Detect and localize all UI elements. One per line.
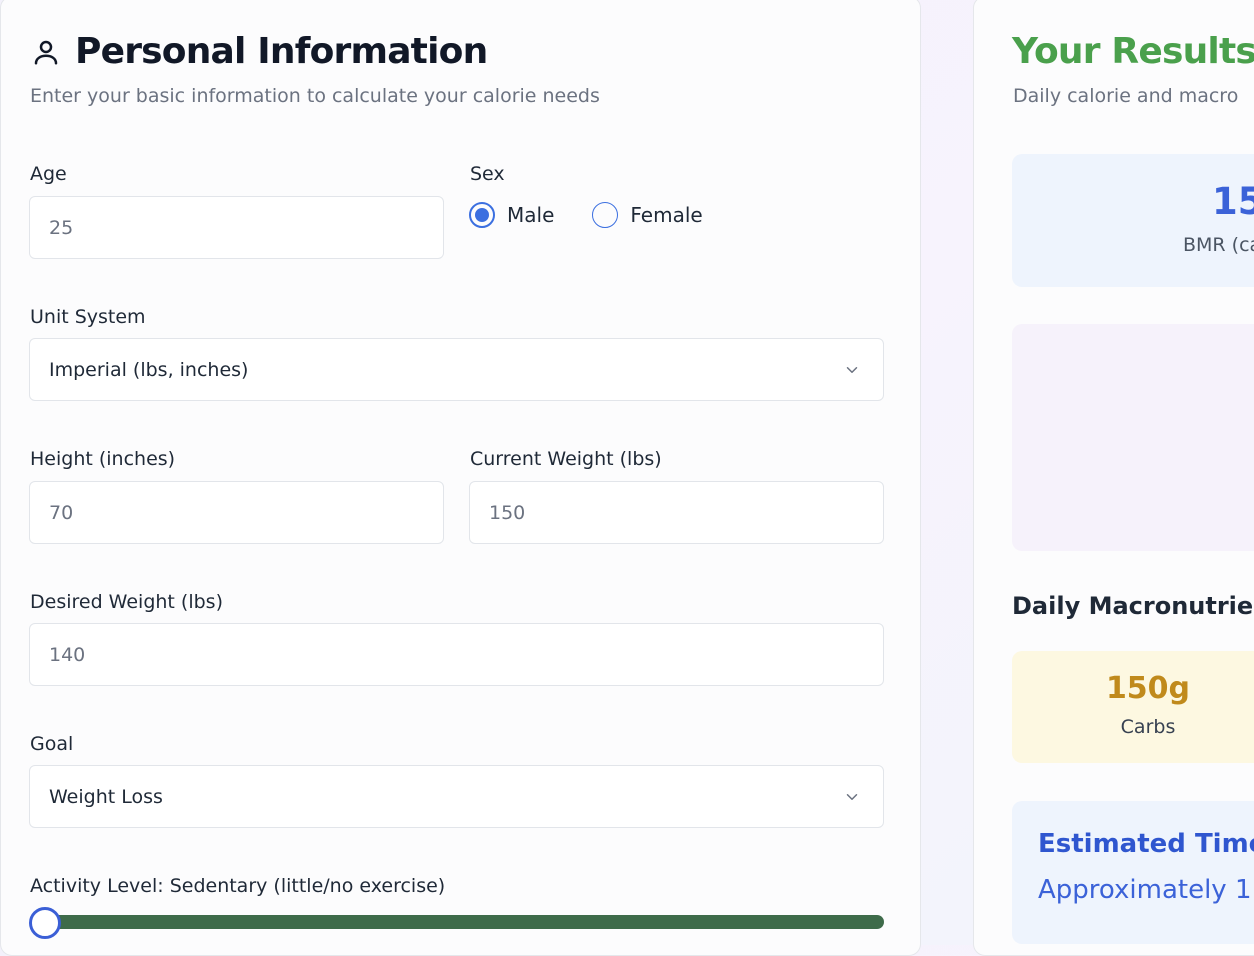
chevron-down-icon bbox=[846, 794, 858, 800]
personal-info-subtitle: Enter your basic information to calculat… bbox=[30, 85, 600, 107]
female-radio[interactable] bbox=[592, 202, 619, 228]
male-radio[interactable] bbox=[469, 202, 495, 228]
current-weight-input[interactable] bbox=[469, 481, 884, 544]
desired-weight-input[interactable] bbox=[29, 623, 884, 686]
unit-system-label: Unit System bbox=[30, 306, 146, 328]
radio-selected-dot bbox=[475, 208, 489, 222]
female-radio-label[interactable]: Female bbox=[630, 203, 702, 227]
timeline-title: Estimated Timeli bbox=[1038, 829, 1254, 859]
male-radio-label[interactable]: Male bbox=[507, 203, 554, 227]
timeline-panel: Estimated Timeli Approximately 1 bbox=[1012, 801, 1254, 944]
unit-system-select[interactable]: Imperial (lbs, inches) bbox=[29, 338, 884, 401]
height-label: Height (inches) bbox=[30, 448, 176, 470]
carbs-panel: 150g Carbs bbox=[1012, 651, 1254, 763]
bmr-value: 1590 bbox=[1212, 180, 1254, 223]
personal-info-title: Personal Information bbox=[75, 31, 488, 72]
bmr-label: BMR (calor bbox=[1183, 234, 1254, 256]
personal-info-heading: Personal Information bbox=[31, 31, 488, 72]
age-input[interactable] bbox=[29, 196, 444, 259]
carbs-label: Carbs bbox=[1120, 716, 1176, 738]
results-card: Your Results Daily calorie and macro 159… bbox=[973, 0, 1254, 956]
timeline-text: Approximately 1 bbox=[1038, 875, 1252, 905]
sex-radio-group: Male Female bbox=[469, 202, 703, 228]
user-icon bbox=[34, 40, 58, 64]
unit-system-value: Imperial (lbs, inches) bbox=[49, 358, 249, 381]
current-weight-label: Current Weight (lbs) bbox=[470, 448, 662, 470]
goal-value: Weight Loss bbox=[49, 785, 163, 808]
activity-slider-thumb[interactable] bbox=[29, 907, 61, 939]
personal-info-card: Personal Information Enter your basic in… bbox=[0, 0, 921, 956]
age-label: Age bbox=[30, 163, 67, 185]
results-title: Your Results bbox=[1012, 31, 1254, 72]
calorie-target-panel bbox=[1012, 324, 1254, 551]
activity-slider-track[interactable] bbox=[31, 915, 884, 929]
macronutrients-heading: Daily Macronutrien bbox=[1012, 592, 1254, 620]
activity-level-label: Activity Level: Sedentary (little/no exe… bbox=[30, 875, 446, 897]
bmr-panel: 1590 BMR (calor bbox=[1012, 154, 1254, 287]
desired-weight-label: Desired Weight (lbs) bbox=[30, 591, 223, 613]
goal-label: Goal bbox=[30, 733, 74, 755]
goal-select[interactable]: Weight Loss bbox=[29, 765, 884, 828]
carbs-value: 150g bbox=[1105, 671, 1191, 706]
results-subtitle: Daily calorie and macro bbox=[1013, 85, 1239, 107]
height-input[interactable] bbox=[29, 481, 444, 544]
sex-label: Sex bbox=[470, 163, 505, 185]
chevron-down-icon bbox=[846, 367, 858, 373]
